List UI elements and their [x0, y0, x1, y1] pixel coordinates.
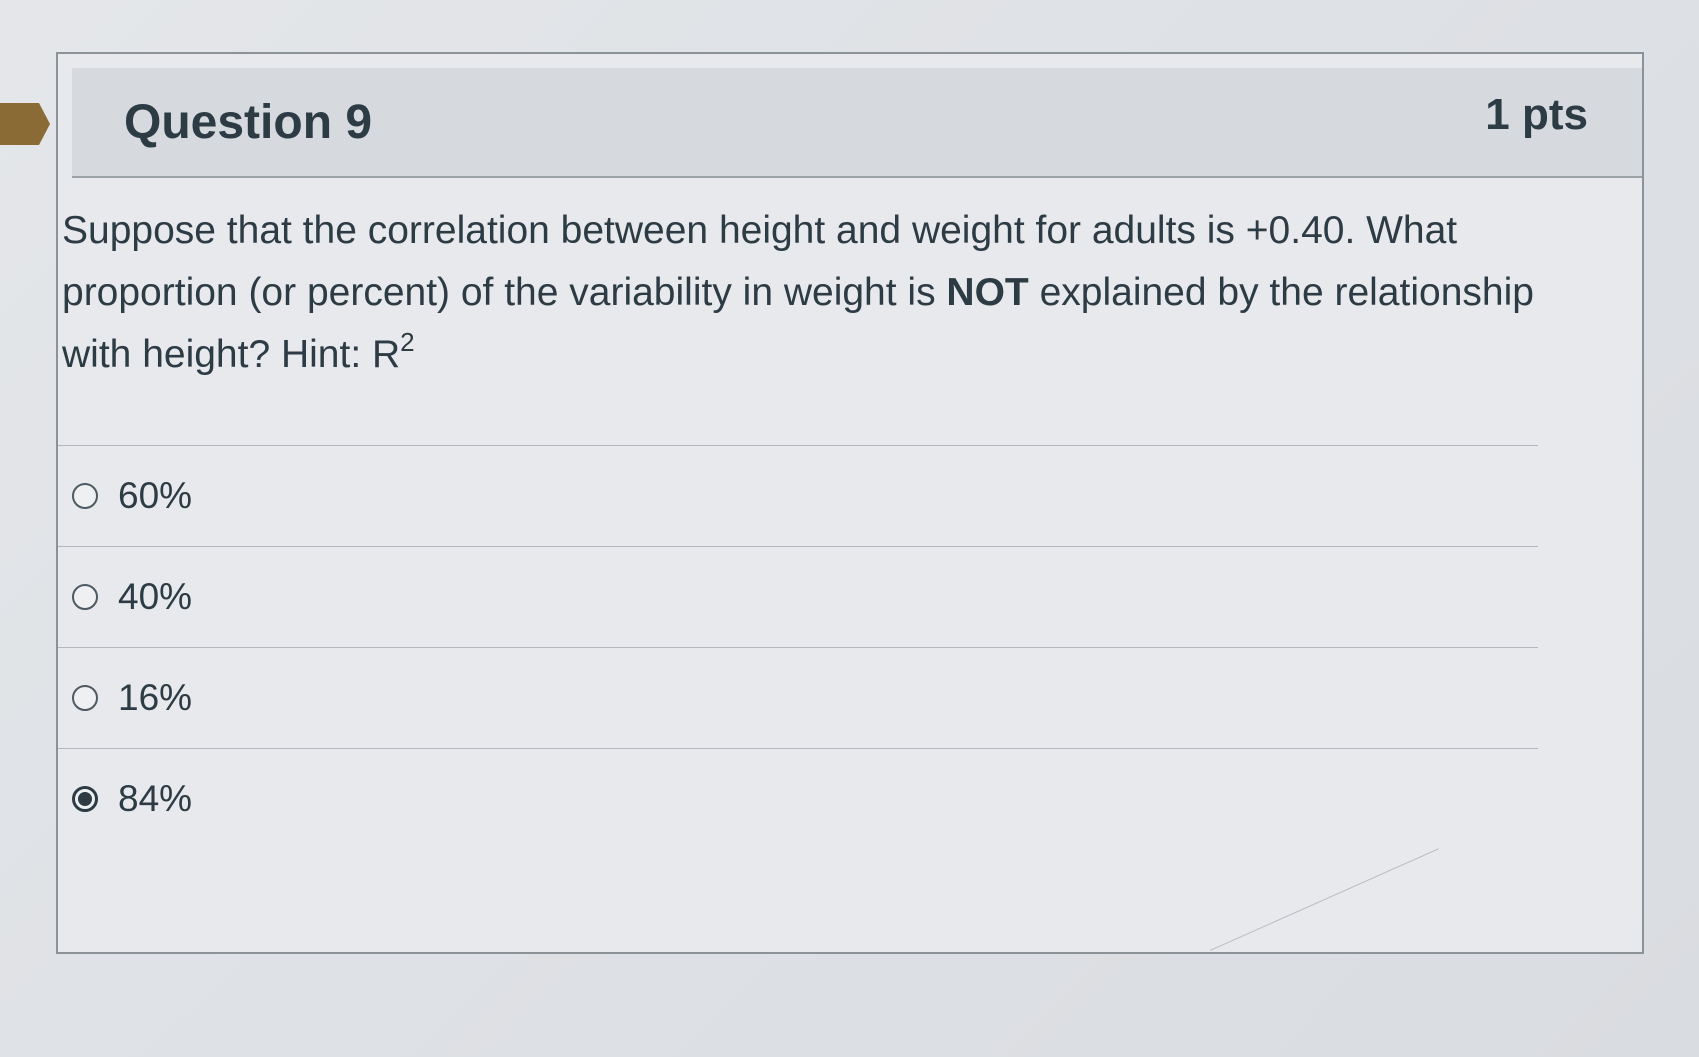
question-title: Question 9 — [124, 95, 373, 149]
question-text: Suppose that the correlation between hei… — [62, 200, 1582, 386]
radio-button[interactable] — [72, 483, 98, 509]
radio-button-selected[interactable] — [72, 786, 98, 812]
question-text-superscript: 2 — [400, 327, 415, 357]
radio-button[interactable] — [72, 685, 98, 711]
answer-label[interactable]: 40% — [118, 576, 192, 618]
answer-option-4[interactable]: 84% — [58, 749, 1538, 849]
answer-option-3[interactable]: 16% — [58, 648, 1538, 748]
question-points: 1 pts — [1485, 90, 1588, 139]
question-header: Question 9 1 pts — [72, 68, 1642, 178]
question-text-emphasis: NOT — [946, 271, 1029, 314]
answer-label[interactable]: 16% — [118, 677, 192, 719]
answer-label[interactable]: 60% — [118, 475, 192, 517]
answer-list: 60% 40% 16% 84% — [58, 445, 1538, 849]
radio-button[interactable] — [72, 584, 98, 610]
answer-label[interactable]: 84% — [118, 778, 192, 820]
answer-option-2[interactable]: 40% — [58, 547, 1538, 647]
answer-option-1[interactable]: 60% — [58, 446, 1538, 546]
flag-question-icon[interactable] — [0, 103, 50, 145]
